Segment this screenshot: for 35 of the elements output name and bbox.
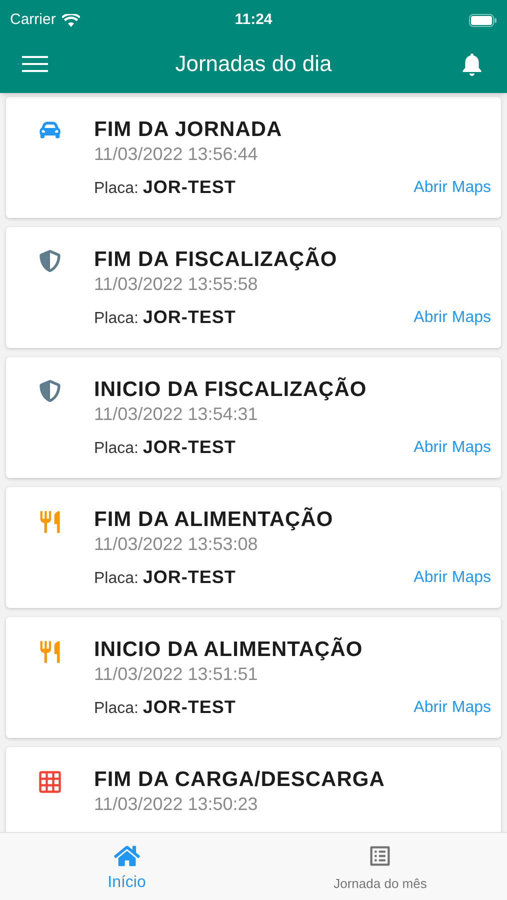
open-maps-link[interactable]: Abrir Maps [414, 566, 491, 590]
shield-icon [39, 249, 61, 273]
menu-button[interactable] [22, 54, 48, 74]
event-datetime: 11/03/2022 13:55:58 [94, 273, 259, 295]
plate-text: Placa: JOR-TEST [94, 436, 236, 459]
event-title: FIM DA FISCALIZAÇÃO [94, 247, 338, 273]
plate-text: Placa: JOR-TEST [94, 176, 236, 199]
event-datetime: 11/03/2022 13:50:23 [94, 793, 259, 815]
event-datetime: 11/03/2022 13:54:31 [94, 403, 259, 425]
wifi-icon [62, 14, 80, 26]
event-datetime: 11/03/2022 13:56:44 [94, 143, 259, 165]
screen-title: Jornadas do dia [175, 50, 332, 78]
plate-text: Placa: JOR-TEST [94, 696, 236, 719]
carrier-label: Carrier [10, 10, 56, 30]
open-maps-link[interactable]: Abrir Maps [414, 306, 491, 330]
home-icon [114, 843, 140, 869]
open-maps-link[interactable]: Abrir Maps [414, 696, 491, 720]
plate-text: Placa: JOR-TEST [94, 566, 236, 589]
battery-icon [468, 14, 497, 26]
event-title: FIM DA ALIMENTAÇÃO [94, 507, 334, 533]
tab-bar-item[interactable]: Jornada do mês [254, 833, 507, 900]
open-maps-link[interactable]: Abrir Maps [414, 436, 491, 460]
grid-icon [37, 769, 63, 795]
event-datetime: 11/03/2022 13:53:08 [94, 533, 259, 555]
car-icon [38, 119, 62, 141]
plate-text: Placa: JOR-TEST [94, 306, 236, 329]
event-title: FIM DA CARGA/DESCARGA [94, 767, 386, 793]
event-title: INICIO DA FISCALIZAÇÃO [94, 377, 368, 403]
clock: 11:24 [234, 10, 272, 30]
event-title: INICIO DA ALIMENTAÇÃO [94, 637, 364, 663]
tab-bar-item[interactable]: Início [0, 833, 254, 900]
shield-icon [39, 379, 61, 403]
event-title: FIM DA JORNADA [94, 117, 284, 143]
event-datetime: 11/03/2022 13:51:51 [94, 663, 259, 685]
open-maps-link[interactable]: Abrir Maps [414, 176, 491, 200]
